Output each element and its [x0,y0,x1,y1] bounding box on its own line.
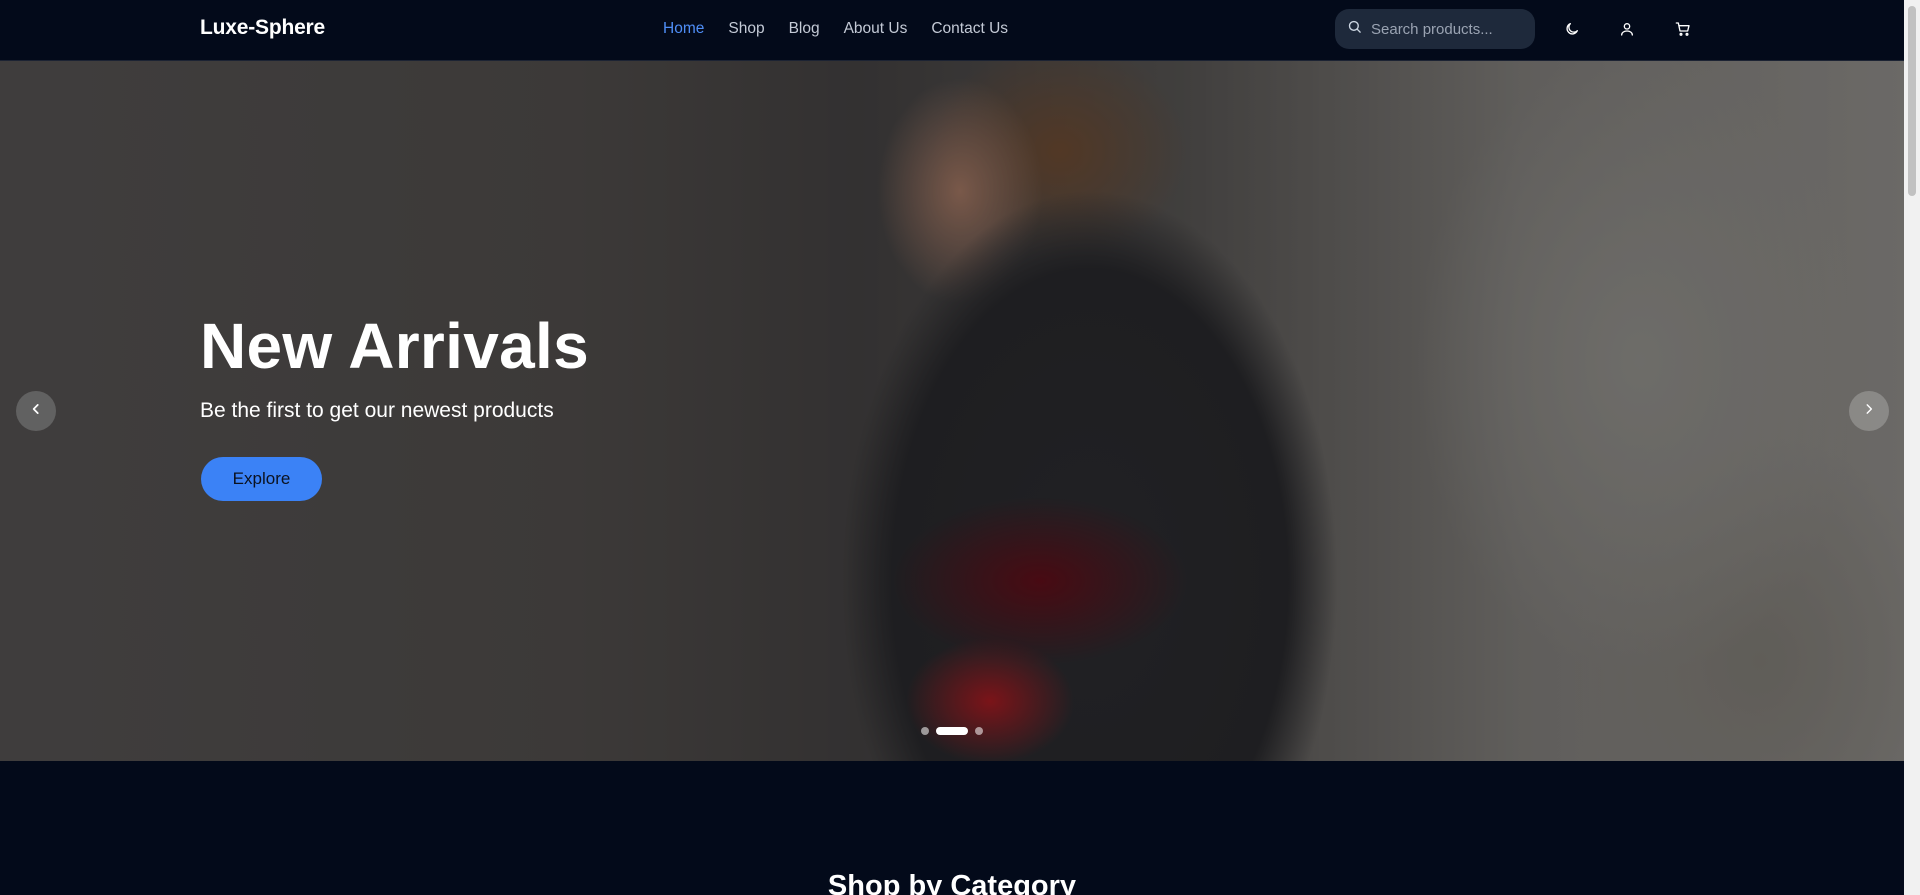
site-header: Luxe-Sphere Home Shop Blog About Us Cont… [0,0,1904,61]
user-icon[interactable] [1615,17,1639,41]
carousel-dot-3[interactable] [975,727,983,735]
moon-icon[interactable] [1560,17,1584,41]
search-box[interactable] [1335,9,1535,49]
hero-subtitle: Be the first to get our newest products [200,399,554,422]
carousel-dot-1[interactable] [921,727,929,735]
carousel-next-button[interactable] [1849,391,1889,431]
main-nav: Home Shop Blog About Us Contact Us [663,20,1008,38]
hero-title: New Arrivals [200,310,589,382]
nav-link-blog[interactable]: Blog [789,20,820,38]
chevron-right-icon [1862,402,1876,421]
carousel-prev-button[interactable] [16,391,56,431]
search-input[interactable] [1371,20,1521,38]
nav-link-shop[interactable]: Shop [728,20,764,38]
site-logo[interactable]: Luxe-Sphere [200,16,325,40]
hero-carousel: New Arrivals Be the first to get our new… [0,61,1904,761]
cart-icon[interactable] [1671,17,1695,41]
explore-button[interactable]: Explore [201,457,322,501]
section-title-shop-by-category: Shop by Category [827,870,1077,895]
chevron-left-icon [29,402,43,421]
search-icon [1347,19,1362,39]
nav-link-about-us[interactable]: About Us [844,20,908,38]
page-scrollbar[interactable] [1904,0,1920,895]
carousel-dot-2[interactable] [936,727,968,735]
nav-link-contact-us[interactable]: Contact Us [931,20,1008,38]
hero-slide: New Arrivals Be the first to get our new… [0,61,1904,761]
scrollbar-thumb[interactable] [1908,6,1916,196]
carousel-indicators [921,727,983,735]
nav-link-home[interactable]: Home [663,20,704,38]
